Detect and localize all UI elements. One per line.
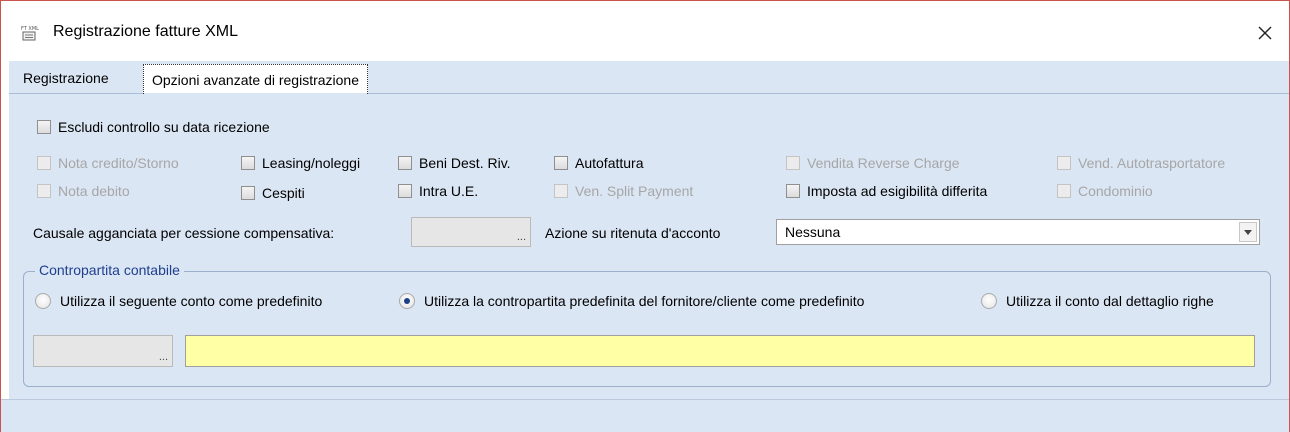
checkbox-box[interactable] — [786, 184, 800, 198]
checkbox-label: Nota debito — [58, 183, 130, 199]
ven-split-payment-checkbox[interactable]: Ven. Split Payment — [554, 183, 693, 199]
ritenuta-label: Azione su ritenuta d'acconto — [545, 225, 721, 241]
checkbox-label: Nota credito/Storno — [58, 155, 179, 171]
status-bar — [1, 399, 1289, 432]
checkbox-label: Imposta ad esigibilità differita — [807, 183, 988, 199]
contropartita-groupbox — [23, 271, 1271, 387]
ritenuta-selected-value: Nessuna — [785, 224, 841, 240]
radio-contropartita-fornitore-cliente[interactable]: Utilizza la contropartita predefinita de… — [399, 293, 864, 309]
beni-dest-riv-checkbox[interactable]: Beni Dest. Riv. — [398, 155, 511, 171]
conto-lookup-field[interactable]: ... — [33, 335, 173, 367]
checkbox-box[interactable] — [1057, 156, 1071, 170]
radio-circle[interactable] — [35, 293, 51, 309]
imposta-esigibilita-differita-checkbox[interactable]: Imposta ad esigibilità differita — [786, 183, 987, 199]
checkbox-box[interactable] — [37, 120, 51, 134]
causale-lookup-button[interactable]: ... — [517, 231, 526, 243]
title-bar: FT XML Registrazione fatture XML — [1, 1, 1289, 61]
close-button[interactable] — [1249, 17, 1281, 49]
radio-label: Utilizza il conto dal dettaglio righe — [1006, 293, 1214, 309]
checkbox-label: Vendita Reverse Charge — [807, 155, 960, 171]
radio-conto-dettaglio-righe[interactable]: Utilizza il conto dal dettaglio righe — [981, 293, 1214, 309]
checkbox-box[interactable] — [37, 184, 51, 198]
causale-label: Causale agganciata per cessione compensa… — [33, 225, 335, 241]
tab-opzioni-avanzate[interactable]: Opzioni avanzate di registrazione — [143, 64, 369, 96]
leasing-noleggi-checkbox[interactable]: Leasing/noleggi — [241, 155, 360, 171]
conto-descrizione-field[interactable] — [185, 335, 1255, 367]
checkbox-box[interactable] — [241, 156, 255, 170]
dropdown-arrow-button[interactable] — [1239, 222, 1257, 242]
radio-conto-predefinito[interactable]: Utilizza il seguente conto come predefin… — [35, 293, 322, 309]
window-title: Registrazione fatture XML — [53, 23, 238, 40]
tab-registrazione[interactable]: Registrazione — [15, 65, 117, 91]
checkbox-box[interactable] — [554, 184, 568, 198]
checkbox-label: Vend. Autotrasportatore — [1078, 155, 1226, 171]
condominio-checkbox[interactable]: Condominio — [1057, 183, 1153, 199]
checkbox-box[interactable] — [37, 156, 51, 170]
radio-circle[interactable] — [981, 293, 997, 309]
checkbox-label: Condominio — [1078, 183, 1153, 199]
close-icon — [1258, 26, 1272, 40]
ritenuta-select[interactable]: Nessuna — [776, 219, 1260, 245]
nota-debito-checkbox[interactable]: Nota debito — [37, 183, 130, 199]
causale-lookup-field[interactable]: ... — [411, 217, 531, 247]
checkbox-label: Autofattura — [575, 155, 644, 171]
checkbox-box[interactable] — [241, 186, 255, 200]
checkbox-box[interactable] — [554, 156, 568, 170]
svg-text:FT XML: FT XML — [21, 26, 39, 32]
conto-lookup-button[interactable]: ... — [159, 351, 168, 363]
checkbox-label: Intra U.E. — [419, 183, 479, 199]
radio-label: Utilizza la contropartita predefinita de… — [424, 293, 865, 309]
nota-credito-checkbox[interactable]: Nota credito/Storno — [37, 155, 179, 171]
radio-label: Utilizza il seguente conto come predefin… — [60, 293, 323, 309]
checkbox-box[interactable] — [398, 156, 412, 170]
checkbox-label: Beni Dest. Riv. — [419, 155, 511, 171]
chevron-down-icon — [1244, 229, 1252, 235]
checkbox-label: Escludi controllo su data ricezione — [58, 119, 270, 135]
escludi-controllo-checkbox[interactable]: Escludi controllo su data ricezione — [37, 119, 270, 135]
checkbox-box[interactable] — [1057, 184, 1071, 198]
dialog-window: FT XML Registrazione fatture XML Registr… — [0, 0, 1290, 432]
cespiti-checkbox[interactable]: Cespiti — [241, 185, 305, 201]
checkbox-label: Ven. Split Payment — [575, 183, 694, 199]
checkbox-box[interactable] — [398, 184, 412, 198]
radio-circle[interactable] — [399, 293, 415, 309]
vendita-reverse-charge-checkbox[interactable]: Vendita Reverse Charge — [786, 155, 960, 171]
invoice-xml-icon: FT XML — [21, 25, 41, 43]
intra-ue-checkbox[interactable]: Intra U.E. — [398, 183, 478, 199]
checkbox-box[interactable] — [786, 156, 800, 170]
checkbox-label: Cespiti — [262, 185, 305, 201]
autofattura-checkbox[interactable]: Autofattura — [554, 155, 644, 171]
vend-autotrasportatore-checkbox[interactable]: Vend. Autotrasportatore — [1057, 155, 1225, 171]
contropartita-group-title: Contropartita contabile — [35, 262, 184, 278]
checkbox-label: Leasing/noleggi — [262, 155, 361, 171]
